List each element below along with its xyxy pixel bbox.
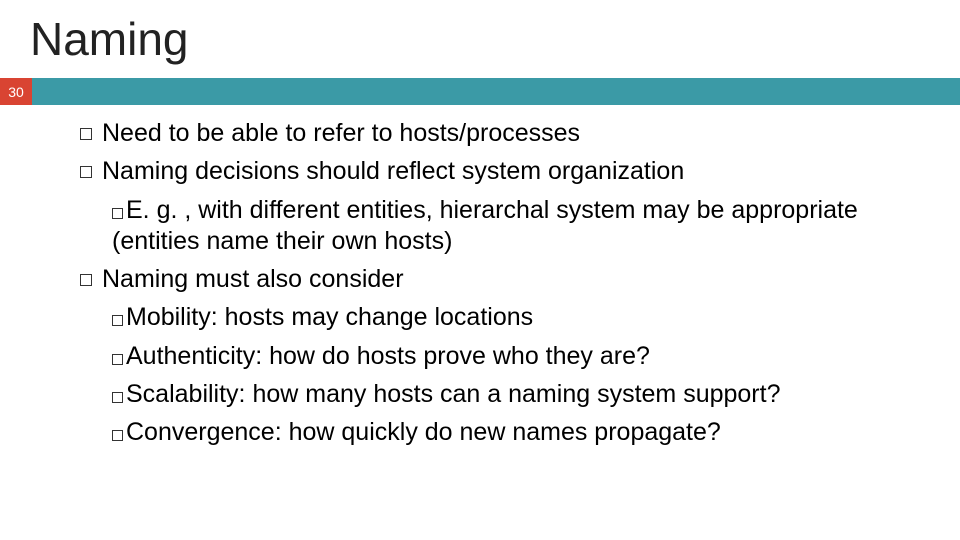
bullet-2a: E. g. , with different entities, hierarc… (112, 195, 940, 258)
bullet-text: Naming decisions should reflect system o… (102, 157, 684, 185)
bullet-2: Naming decisions should reflect system o… (80, 156, 940, 187)
bullet-text: Scalability: how many hosts can a naming… (126, 380, 780, 408)
slide-number: 30 (0, 78, 32, 105)
bullet-text: Convergence: how quickly do new names pr… (126, 418, 721, 446)
bullet-text: E. g. , with different entities, hierarc… (112, 196, 858, 255)
square-icon (112, 315, 123, 326)
square-icon (112, 392, 123, 403)
bullet-3b: Authenticity: how do hosts prove who the… (112, 341, 940, 372)
bullet-text: Mobility: hosts may change locations (126, 303, 533, 331)
bullet-3a: Mobility: hosts may change locations (112, 302, 940, 333)
square-icon (112, 208, 123, 219)
bullet-3d: Convergence: how quickly do new names pr… (112, 417, 940, 448)
bullet-3c: Scalability: how many hosts can a naming… (112, 379, 940, 410)
accent-bar: 30 (0, 78, 960, 105)
bullet-text: Authenticity: how do hosts prove who the… (126, 342, 650, 370)
square-icon (112, 354, 123, 365)
square-icon (112, 430, 123, 441)
slide-content: Need to be able to refer to hosts/proces… (0, 105, 960, 448)
slide-title: Naming (0, 0, 960, 66)
bullet-text: Need to be able to refer to hosts/proces… (102, 119, 580, 147)
bullet-1: Need to be able to refer to hosts/proces… (80, 118, 940, 149)
bullet-text: Naming must also consider (102, 265, 404, 293)
bullet-3: Naming must also consider (80, 264, 940, 295)
